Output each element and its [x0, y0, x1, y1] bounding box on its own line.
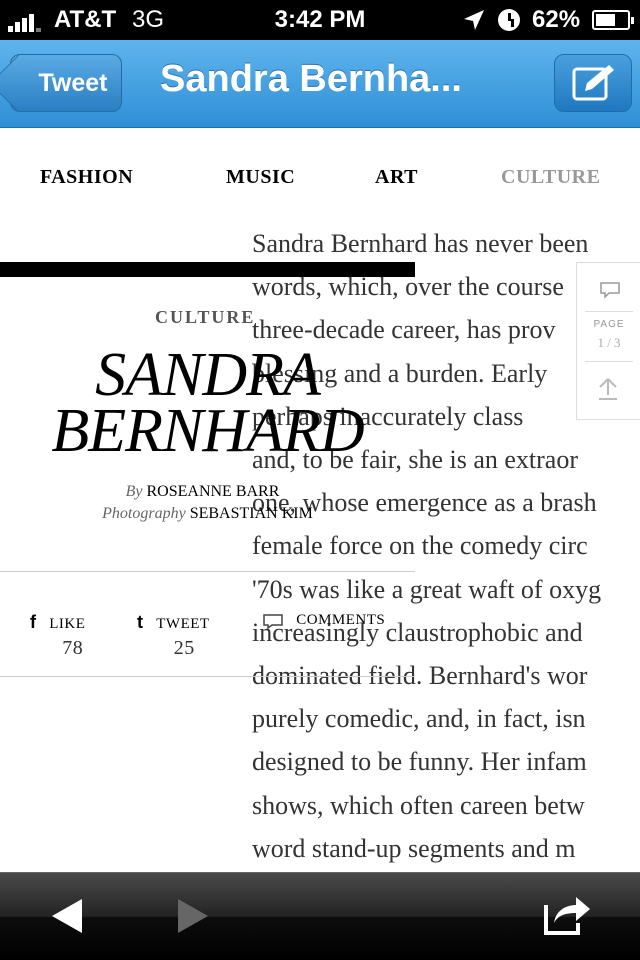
compose-button[interactable]	[554, 54, 632, 112]
article-kicker: CULTURE	[155, 307, 256, 327]
widget-divider	[585, 311, 633, 312]
body-line: designed to be funny. Her infam	[252, 747, 587, 777]
back-button[interactable]: Tweet	[10, 54, 122, 112]
article-title-line-2: BERNHARD	[51, 397, 364, 465]
body-line: word stand-up segments and m	[252, 833, 576, 863]
comment-bubble-icon[interactable]	[599, 281, 621, 299]
page-widget: PAGE 1 / 3	[576, 262, 640, 420]
article-title-line-1: SANDRA	[95, 341, 321, 409]
article-title: SANDRA BERNHARD	[0, 341, 415, 465]
battery-percentage: 62%	[532, 6, 581, 33]
body-line: purely comedic, and, in fact, isn	[252, 704, 586, 734]
comments-button[interactable]: COMMENTS	[262, 612, 386, 630]
header-rule	[0, 262, 415, 277]
compose-icon	[572, 65, 614, 101]
share-icon[interactable]	[542, 891, 594, 937]
article-header: CULTURE SANDRA BERNHARD By ROSEANNE BARR…	[0, 277, 415, 572]
back-arrow-icon[interactable]	[50, 897, 84, 935]
body-line: Sandra Bernhard has never been	[252, 229, 589, 258]
back-button-label: Tweet	[38, 69, 108, 97]
tweet-button[interactable]: t TWEET 25	[137, 612, 210, 660]
comments-label: COMMENTS	[296, 612, 386, 628]
divider	[0, 676, 415, 677]
photography-label: Photography	[102, 505, 186, 522]
status-bar: AT&T 3G 3:42 PM 62%	[0, 0, 640, 40]
screen: { "status_bar": { "carrier": "AT&T", "ne…	[0, 0, 640, 960]
category-culture[interactable]: CULTURE	[501, 166, 600, 189]
divider	[0, 571, 415, 572]
category-fashion[interactable]: FASHION	[40, 166, 133, 189]
category-music[interactable]: MUSIC	[226, 166, 295, 189]
scroll-top-icon[interactable]	[597, 375, 619, 401]
facebook-icon: f	[30, 612, 37, 632]
article-byline: By ROSEANNE BARR Photography SEBASTIAN K…	[0, 483, 415, 523]
page-label: PAGE	[593, 319, 625, 330]
category-art[interactable]: ART	[375, 166, 418, 189]
nav-title: Sandra Bernha...	[160, 58, 462, 100]
like-label: LIKE	[49, 616, 86, 632]
photographer-name: SEBASTIAN KIM	[189, 505, 313, 522]
bottom-toolbar	[0, 872, 640, 960]
location-icon	[464, 10, 484, 30]
by-label: By	[125, 483, 143, 500]
like-count: 78	[62, 637, 84, 659]
page-indicator: 1 / 3	[597, 335, 621, 350]
alarm-icon	[498, 9, 520, 31]
widget-divider	[585, 361, 633, 362]
tweet-label: TWEET	[156, 616, 210, 632]
like-button[interactable]: f LIKE 78	[30, 612, 85, 660]
battery-icon	[592, 10, 634, 30]
navigation-bar: Tweet Sandra Bernha...	[0, 40, 640, 128]
body-line: shows, which often careen betw	[252, 790, 585, 820]
category-nav: FASHION MUSIC ART CULTURE	[0, 160, 640, 200]
comment-bubble-icon	[263, 613, 283, 630]
author-name: ROSEANNE BARR	[146, 483, 280, 500]
twitter-icon: t	[137, 612, 144, 632]
forward-arrow-icon[interactable]	[176, 897, 210, 935]
body-line: '70s was like a great waft of oxyg	[252, 574, 602, 604]
tweet-count: 25	[173, 637, 195, 659]
